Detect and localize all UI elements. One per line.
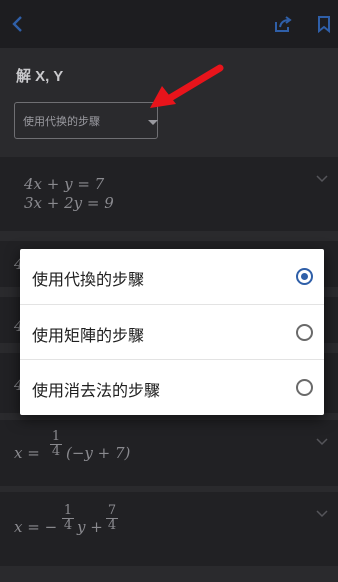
fraction-numerator: 1 xyxy=(51,429,61,444)
fraction-denominator: 4 xyxy=(107,518,117,533)
equation-rhs: (−y + 7) xyxy=(66,444,131,462)
step-row[interactable]: 4x + y = 7 3x + 2y = 9 xyxy=(0,157,338,231)
chevron-left-icon[interactable] xyxy=(6,12,30,36)
radio-selected-icon[interactable] xyxy=(296,268,313,285)
step-row[interactable]: x = − 1 4 y + 7 4 xyxy=(0,492,338,566)
step-row[interactable]: x = 1 4 (−y + 7) xyxy=(0,420,338,486)
radio-unselected-icon[interactable] xyxy=(296,379,313,396)
radio-unselected-icon[interactable] xyxy=(296,324,313,341)
problem-title: 解 X, Y xyxy=(16,68,64,85)
equation-line: 4x + y = 7 xyxy=(24,175,105,193)
method-option-substitution[interactable]: 使用代換的步驟 xyxy=(20,249,324,304)
chevron-down-icon xyxy=(316,510,328,518)
equation-mid: y + xyxy=(77,518,103,536)
fraction-numerator: 7 xyxy=(107,503,117,518)
bookmark-icon[interactable] xyxy=(314,12,334,36)
dropdown-caret-icon xyxy=(148,120,158,125)
method-option-elimination[interactable]: 使用消去法的步驟 xyxy=(20,360,324,415)
equation-lhs: x = xyxy=(14,444,40,462)
fraction: 1 4 xyxy=(62,504,74,533)
chevron-down-icon xyxy=(316,175,328,183)
annotation-arrow-icon xyxy=(150,64,224,108)
method-select[interactable]: 使用代换的步驟 xyxy=(14,102,158,139)
option-label: 使用代換的步驟 xyxy=(32,270,145,289)
fraction: 1 4 xyxy=(50,430,62,459)
equation-line: 3x + 2y = 9 xyxy=(24,194,114,212)
chevron-down-icon xyxy=(316,438,328,446)
top-app-bar xyxy=(0,0,338,48)
method-picker-dialog: 使用代換的步驟 使用矩陣的步驟 使用消去法的步驟 xyxy=(20,249,324,415)
fraction-denominator: 4 xyxy=(51,444,61,459)
share-icon[interactable] xyxy=(271,12,295,36)
fraction: 7 4 xyxy=(106,504,118,533)
method-select-value: 使用代换的步驟 xyxy=(23,115,100,128)
method-option-matrix[interactable]: 使用矩陣的步驟 xyxy=(20,305,324,360)
equation: x = xyxy=(14,444,40,463)
equation-lhs: x = − xyxy=(14,518,58,536)
fraction-denominator: 4 xyxy=(63,518,73,533)
fraction-numerator: 1 xyxy=(63,503,73,518)
option-label: 使用矩陣的步驟 xyxy=(32,326,145,345)
option-label: 使用消去法的步驟 xyxy=(32,381,161,400)
